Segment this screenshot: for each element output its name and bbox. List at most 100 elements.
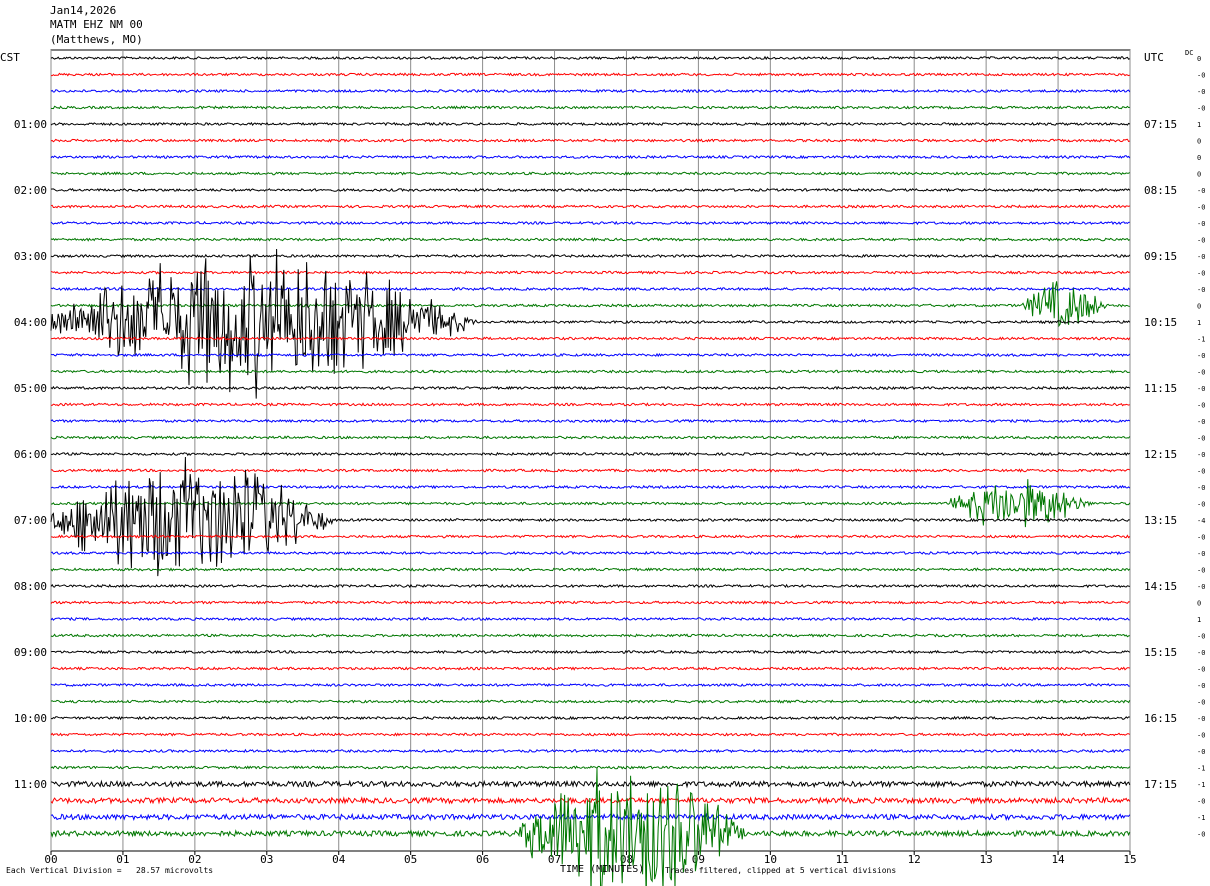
dc-offset-value: 1 bbox=[1197, 121, 1201, 129]
dc-offset-value: -0 bbox=[1197, 435, 1205, 443]
seismic-trace bbox=[50, 468, 1130, 473]
seismic-trace bbox=[50, 154, 1131, 160]
x-tick-label: 04 bbox=[332, 853, 346, 866]
x-tick-label: 12 bbox=[908, 853, 921, 866]
dc-offset-value: -0 bbox=[1197, 187, 1205, 195]
right-hour-label: 14:15 bbox=[1144, 580, 1177, 593]
dc-offset-value: 0 bbox=[1197, 154, 1201, 162]
seismic-trace bbox=[50, 286, 1131, 292]
dc-offset-value: -0 bbox=[1197, 204, 1205, 212]
left-hour-label: 05:00 bbox=[14, 382, 47, 395]
left-hour-label: 04:00 bbox=[14, 316, 47, 329]
dc-offset-value: -1 bbox=[1197, 814, 1205, 822]
x-tick-label: 11 bbox=[836, 853, 849, 866]
left-hour-label: 08:00 bbox=[14, 580, 47, 593]
seismic-trace bbox=[50, 732, 1131, 737]
seismic-trace bbox=[50, 583, 1130, 589]
seismic-trace bbox=[50, 336, 1131, 341]
dc-offset-value: -0 bbox=[1197, 468, 1205, 476]
seismic-trace bbox=[50, 456, 1130, 577]
seismic-trace bbox=[51, 534, 1131, 539]
x-axis-title: TIME (MINUTES) bbox=[560, 864, 645, 875]
seismic-trace bbox=[50, 204, 1130, 209]
seismic-trace bbox=[50, 121, 1131, 127]
right-hour-label: 12:15 bbox=[1144, 448, 1177, 461]
seismic-trace bbox=[50, 649, 1131, 655]
dc-offset-value: -0 bbox=[1197, 105, 1205, 113]
x-tick-label: 10 bbox=[764, 853, 777, 866]
seismic-trace bbox=[50, 699, 1131, 704]
seismic-trace bbox=[50, 55, 1130, 61]
dc-offset-value: -0 bbox=[1197, 583, 1205, 591]
dc-offset-value: -4 bbox=[1197, 517, 1205, 525]
dc-offset-value: -0 bbox=[1197, 715, 1205, 723]
dc-offset-value: 0 bbox=[1197, 55, 1201, 63]
left-hour-label: 01:00 bbox=[14, 118, 47, 131]
seismic-trace bbox=[50, 385, 1131, 391]
seismic-trace bbox=[50, 435, 1131, 440]
dc-offset-value: -0 bbox=[1197, 253, 1205, 261]
dc-offset-value: -0 bbox=[1197, 451, 1205, 459]
dc-offset-value: -0 bbox=[1197, 352, 1205, 360]
dc-offset-value: -0 bbox=[1197, 88, 1205, 96]
seismic-trace bbox=[50, 600, 1130, 605]
dc-offset-value: -0 bbox=[1197, 270, 1205, 278]
left-hour-label: 07:00 bbox=[14, 514, 47, 527]
right-hour-label: 16:15 bbox=[1144, 712, 1177, 725]
x-tick-label: 05 bbox=[404, 853, 417, 866]
seismic-trace bbox=[50, 451, 1131, 457]
dc-offset-value: 0 bbox=[1197, 171, 1201, 179]
seismic-trace bbox=[50, 88, 1131, 94]
dc-offset-value: -1 bbox=[1197, 336, 1205, 344]
left-hour-label: 11:00 bbox=[14, 778, 47, 791]
dc-offset-value: -0 bbox=[1197, 831, 1205, 839]
dc-offset-value: 1 bbox=[1197, 616, 1201, 624]
dc-offset-value: 0 bbox=[1197, 138, 1201, 146]
seismic-trace bbox=[50, 796, 1131, 805]
x-tick-label: 02 bbox=[188, 853, 201, 866]
dc-offset-value: -0 bbox=[1197, 418, 1205, 426]
dc-offset-value: -0 bbox=[1197, 550, 1205, 558]
seismic-trace bbox=[50, 682, 1130, 688]
x-tick-label: 06 bbox=[476, 853, 489, 866]
right-hour-label: 13:15 bbox=[1144, 514, 1177, 527]
seismic-trace bbox=[51, 72, 1130, 77]
left-hour-label: 02:00 bbox=[14, 184, 47, 197]
dc-offset-value: -0 bbox=[1197, 649, 1205, 657]
x-tick-label: 01 bbox=[116, 853, 129, 866]
dc-offset-value: -0 bbox=[1197, 220, 1205, 228]
right-hour-label: 08:15 bbox=[1144, 184, 1177, 197]
x-tick-label: 00 bbox=[44, 853, 57, 866]
dc-offset-value: -0 bbox=[1197, 699, 1205, 707]
dc-offset-value: -0 bbox=[1197, 798, 1205, 806]
x-tick-label: 03 bbox=[260, 853, 273, 866]
dc-offset-value: -1 bbox=[1197, 765, 1205, 773]
seismic-trace bbox=[50, 237, 1131, 242]
dc-offset-value: 1 bbox=[1197, 319, 1201, 327]
dc-offset-value: -0 bbox=[1197, 682, 1205, 690]
seismic-trace bbox=[50, 171, 1131, 176]
seismic-trace bbox=[50, 616, 1130, 622]
x-tick-label: 15 bbox=[1123, 853, 1136, 866]
seismic-trace bbox=[50, 765, 1131, 770]
dc-offset-value: -0 bbox=[1197, 72, 1205, 80]
seismic-trace bbox=[50, 715, 1130, 721]
dc-offset-value: 0 bbox=[1197, 600, 1201, 608]
right-hour-label: 11:15 bbox=[1144, 382, 1177, 395]
helicorder-plot: 00 01 02 03 04 05 06 07 08 09 10 11 12 13 14 1501:0002:… bbox=[14, 49, 1205, 886]
dc-offset-value: -0 bbox=[1197, 633, 1205, 641]
dc-offset-value: -0 bbox=[1197, 385, 1205, 393]
seismic-trace bbox=[50, 187, 1131, 193]
left-hour-label: 10:00 bbox=[14, 712, 47, 725]
x-tick-label: 13 bbox=[980, 853, 993, 866]
x-tick-label: 09 bbox=[692, 853, 705, 866]
dc-offset-value: -0 bbox=[1197, 666, 1205, 674]
x-tick-label: 14 bbox=[1051, 853, 1065, 866]
seismic-trace bbox=[50, 105, 1130, 110]
dc-offset-value: -1 bbox=[1197, 781, 1205, 789]
seismic-trace bbox=[50, 270, 1130, 275]
dc-offset-value: -0 bbox=[1197, 567, 1205, 575]
dc-offset-value: -0 bbox=[1197, 237, 1205, 245]
dc-offset-value: -0 bbox=[1197, 286, 1205, 294]
dc-offset-value: -0 bbox=[1197, 484, 1205, 492]
